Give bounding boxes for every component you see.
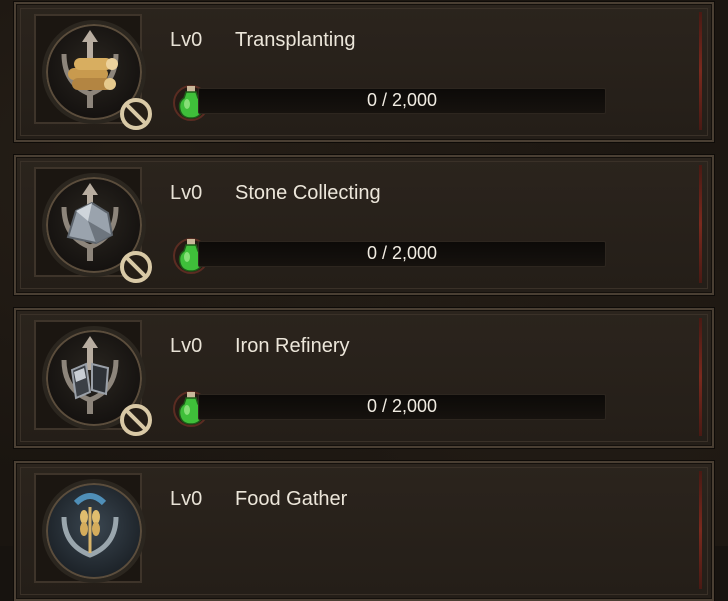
- forbidden-icon: [120, 251, 152, 283]
- skill-name: Stone Collecting: [235, 182, 381, 204]
- skill-level: Lv0: [170, 29, 203, 51]
- progress-text: 0 / 2,000: [366, 243, 438, 263]
- forbidden-icon: [120, 404, 152, 436]
- card-edge-accent: [699, 318, 702, 436]
- skill-level: Lv0: [170, 182, 203, 204]
- skill-level: Lv0: [170, 335, 203, 357]
- wheat-icon: [61, 493, 119, 558]
- card-edge-accent: [699, 12, 702, 130]
- card-edge-accent: [699, 165, 702, 283]
- skill-name: Food Gather: [235, 488, 348, 510]
- skill-card-iron-refinery[interactable]: Lv0 Iron Refinery 0 / 2,000: [14, 308, 714, 448]
- skill-name: Transplanting: [235, 29, 356, 51]
- skill-card-food-gather[interactable]: Lv0 Food Gather: [14, 461, 714, 601]
- skill-level: Lv0: [170, 488, 203, 510]
- skill-emblem[interactable]: [42, 479, 146, 583]
- skill-card-transplanting[interactable]: Lv0 Transplanting 0 / 2,000: [14, 2, 714, 142]
- progress-text: 0 / 2,000: [366, 90, 438, 110]
- skill-card-stone-collecting[interactable]: Lv0 Stone Collecting 0 / 2,000: [14, 155, 714, 295]
- progress-text: 0 / 2,000: [366, 396, 438, 416]
- forbidden-icon: [120, 98, 152, 130]
- skill-name: Iron Refinery: [235, 335, 350, 357]
- card-edge-accent: [699, 471, 702, 589]
